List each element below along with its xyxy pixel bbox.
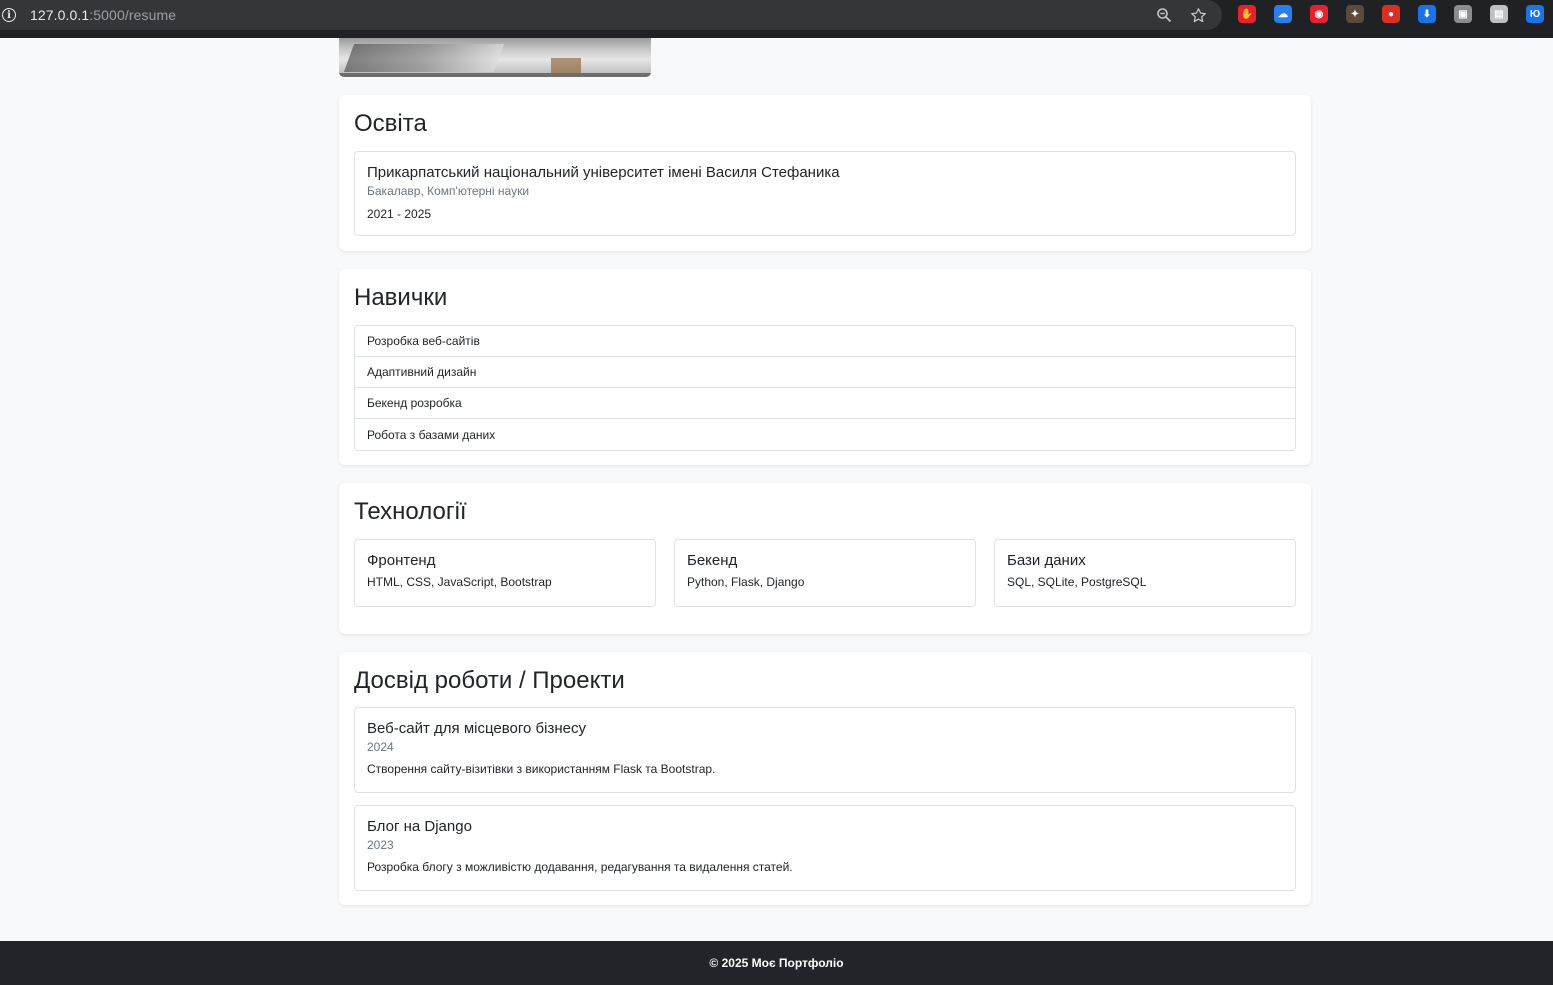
profile-photo [339,38,651,77]
project-year: 2023 [367,838,394,852]
experience-heading: Досвід роботи / Проекти [354,667,625,694]
page-footer: © 2025 Моє Портфоліо [0,941,1553,985]
ext-1-icon[interactable]: ✋ [1238,5,1256,23]
skills-list: Розробка веб-сайтів Адаптивний дизайн Бе… [354,325,1296,451]
university-name: Прикарпатський національний університет … [367,164,840,181]
project-item: Веб-сайт для місцевого бізнесу 2024 Ство… [354,707,1296,793]
ext-8-icon[interactable]: ▤ [1490,5,1508,23]
education-section: Освіта Прикарпатський національний уніве… [339,95,1311,251]
zoom-icon[interactable] [1154,5,1174,25]
skill-item: Адаптивний дизайн [355,357,1295,388]
project-title: Веб-сайт для місцевого бізнесу [367,720,586,737]
ext-5-icon[interactable]: ● [1382,5,1400,23]
skills-section: Навички Розробка веб-сайтів Адаптивний д… [339,269,1311,465]
tech-card-list: SQL, SQLite, PostgreSQL [1007,575,1147,589]
skill-item: Бекенд розробка [355,388,1295,419]
tech-card-title: Бази даних [1007,552,1086,569]
technologies-heading: Технології [354,498,467,525]
ext-4-icon[interactable]: ✦ [1346,5,1364,23]
education-years: 2021 - 2025 [367,207,432,221]
tech-card-title: Фронтенд [367,552,436,569]
degree-text: Бакалавр, Комп'ютерні науки [367,184,530,198]
site-info-icon[interactable]: i [2,8,16,22]
skills-heading: Навички [354,284,448,311]
project-description: Розробка блогу з можливістю додавання, р… [367,860,793,874]
project-item: Блог на Django 2023 Розробка блогу з мож… [354,805,1296,891]
tech-card-frontend: Фронтенд HTML, CSS, JavaScript, Bootstra… [354,539,656,607]
education-heading: Освіта [354,110,427,137]
ext-7-icon[interactable]: ▣ [1454,5,1472,23]
skill-item: Робота з базами даних [367,427,496,442]
project-description: Створення сайту-візитівки з використання… [367,762,716,776]
education-item: Прикарпатський національний університет … [354,151,1296,236]
bookmark-star-icon[interactable] [1188,5,1208,25]
url-host: 127.0.0.1 [30,7,90,23]
ext-3-icon[interactable]: ◉ [1310,5,1328,23]
ext-9-icon[interactable]: Ю [1526,5,1544,23]
url-text[interactable]: 127.0.0.1:5000/resume [30,7,176,23]
experience-section: Досвід роботи / Проекти Веб-сайт для міс… [339,652,1311,905]
browser-toolbar: i 127.0.0.1:5000/resume ✋ ☁ ◉ ✦ ● ⬇ ▣ ▤ Ю [0,0,1553,38]
address-bar[interactable]: i 127.0.0.1:5000/resume [0,0,1222,30]
technologies-section: Технології Фронтенд HTML, CSS, JavaScrip… [339,483,1311,634]
tech-card-databases: Бази даних SQL, SQLite, PostgreSQL [994,539,1296,607]
project-year: 2024 [367,740,394,754]
footer-copyright: © 2025 Моє Портфоліо [709,956,844,970]
extensions-bar: ✋ ☁ ◉ ✦ ● ⬇ ▣ ▤ Ю [1238,5,1544,23]
url-path: :5000/resume [89,7,177,23]
skill-item: Розробка веб-сайтів [355,326,1295,357]
project-title: Блог на Django [367,818,472,835]
tech-card-backend: Бекенд Python, Flask, Django [674,539,976,607]
ext-6-icon[interactable]: ⬇ [1418,5,1436,23]
ext-2-icon[interactable]: ☁ [1274,5,1292,23]
tech-card-list: HTML, CSS, JavaScript, Bootstrap [367,575,552,589]
tech-card-list: Python, Flask, Django [687,575,805,589]
tech-card-title: Бекенд [687,552,738,569]
